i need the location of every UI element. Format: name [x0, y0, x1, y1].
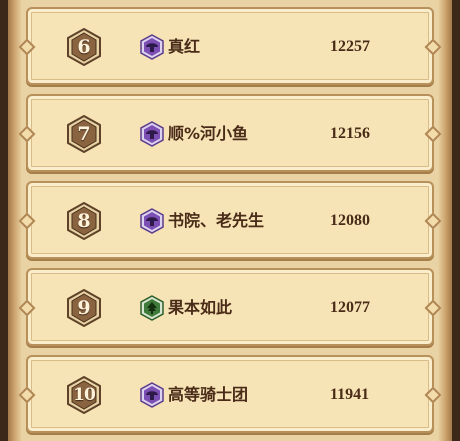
leaderboard-list[interactable]: 6 真红 12257 7 顺%河小鱼 12156 8 书院、老先生 12080 … — [0, 0, 460, 441]
player-name: 果本如此 — [168, 298, 233, 317]
rank-hexagon-icon: 8 — [66, 202, 102, 240]
purple-mushroom-badge-icon — [140, 208, 164, 234]
player-score: 12080 — [330, 212, 370, 229]
purple-mushroom-badge-icon — [140, 121, 164, 147]
rank-number: 8 — [77, 210, 91, 232]
player-score: 11941 — [330, 386, 370, 403]
player-score: 12077 — [330, 299, 370, 316]
rank-number: 9 — [77, 297, 91, 319]
green-tree-badge-icon — [140, 295, 164, 321]
leaderboard-row[interactable]: 6 真红 12257 — [26, 7, 434, 85]
rank-hexagon-icon: 9 — [66, 289, 102, 327]
player-score: 12156 — [330, 125, 370, 142]
purple-mushroom-badge-icon — [140, 34, 164, 60]
leaderboard-row[interactable]: 8 书院、老先生 12080 — [26, 181, 434, 259]
player-name: 真红 — [168, 37, 201, 56]
rank-hexagon-icon: 6 — [66, 28, 102, 66]
rank-number: 6 — [77, 36, 91, 58]
player-score: 12257 — [330, 38, 370, 55]
rank-number: 10 — [73, 385, 96, 405]
player-name: 书院、老先生 — [168, 211, 265, 230]
leaderboard-row[interactable]: 9 果本如此 12077 — [26, 268, 434, 346]
player-name: 顺%河小鱼 — [168, 124, 249, 143]
rank-number: 7 — [77, 123, 91, 145]
rank-hexagon-icon: 10 — [66, 376, 102, 414]
player-name: 高等骑士团 — [168, 385, 249, 404]
purple-mushroom-badge-icon — [140, 382, 164, 408]
leaderboard-row[interactable]: 10 高等骑士团 11941 — [26, 355, 434, 433]
rank-hexagon-icon: 7 — [66, 115, 102, 153]
leaderboard-row[interactable]: 7 顺%河小鱼 12156 — [26, 94, 434, 172]
